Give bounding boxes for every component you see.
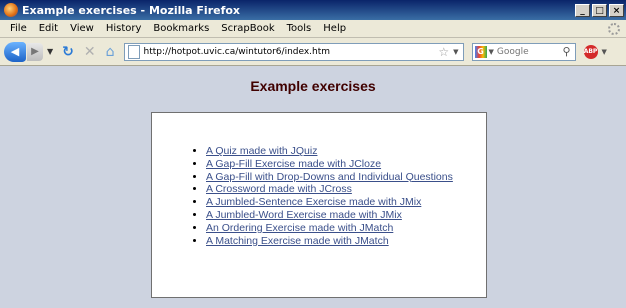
back-icon[interactable]: ◀ bbox=[4, 41, 26, 62]
exercise-link-jmix-sentence[interactable]: A Jumbled-Sentence Exercise made with JM… bbox=[206, 196, 421, 208]
reload-icon[interactable]: ↻ bbox=[62, 44, 74, 60]
menu-history[interactable]: History bbox=[100, 23, 148, 34]
window-title: Example exercises - Mozilla Firefox bbox=[22, 3, 241, 17]
list-item: A Jumbled-Sentence Exercise made with JM… bbox=[206, 196, 466, 209]
window-controls: _ □ × bbox=[575, 3, 624, 17]
exercise-list-box: A Quiz made with JQuiz A Gap-Fill Exerci… bbox=[151, 112, 487, 298]
title-bar: Example exercises - Mozilla Firefox _ □ … bbox=[0, 0, 626, 20]
menu-file[interactable]: File bbox=[4, 23, 33, 34]
list-item: A Quiz made with JQuiz bbox=[206, 145, 466, 158]
throbber-icon bbox=[608, 22, 620, 35]
menu-edit[interactable]: Edit bbox=[33, 23, 64, 34]
menu-bookmarks[interactable]: Bookmarks bbox=[147, 23, 215, 34]
search-input[interactable] bbox=[496, 46, 541, 57]
exercise-link-jmix-word[interactable]: A Jumbled-Word Exercise made with JMix bbox=[206, 209, 402, 221]
minimize-button[interactable]: _ bbox=[575, 3, 590, 17]
exercise-link-jquiz[interactable]: A Quiz made with JQuiz bbox=[206, 145, 317, 157]
url-text[interactable]: http://hotpot.uvic.ca/wintutor6/index.ht… bbox=[144, 47, 439, 57]
exercise-list: A Quiz made with JQuiz A Gap-Fill Exerci… bbox=[152, 113, 466, 247]
maximize-button[interactable]: □ bbox=[592, 3, 607, 17]
exercise-link-dropdowns[interactable]: A Gap-Fill with Drop-Downs and Individua… bbox=[206, 171, 453, 183]
page-icon bbox=[127, 44, 140, 59]
menu-view[interactable]: View bbox=[64, 23, 100, 34]
list-item: A Matching Exercise made with JMatch bbox=[206, 235, 466, 248]
url-dropdown-icon[interactable]: ▼ bbox=[453, 48, 458, 56]
page-title: Example exercises bbox=[250, 78, 376, 94]
history-dropdown-icon[interactable]: ▼ bbox=[47, 47, 53, 56]
list-item: A Gap-Fill Exercise made with JCloze bbox=[206, 158, 466, 171]
stop-icon[interactable]: ✕ bbox=[84, 44, 96, 60]
menu-tools[interactable]: Tools bbox=[281, 23, 318, 34]
search-icon[interactable]: ⚲ bbox=[562, 45, 570, 58]
exercise-link-jmatch-ordering[interactable]: An Ordering Exercise made with JMatch bbox=[206, 222, 393, 234]
adblock-dropdown-icon[interactable]: ▼ bbox=[602, 48, 607, 56]
page-content: Example exercises A Quiz made with JQuiz… bbox=[0, 66, 626, 308]
adblock-icon[interactable]: ABP bbox=[583, 44, 598, 59]
forward-icon[interactable]: ▶ bbox=[27, 42, 43, 61]
list-item: A Gap-Fill with Drop-Downs and Individua… bbox=[206, 171, 466, 184]
list-item: A Jumbled-Word Exercise made with JMix bbox=[206, 209, 466, 222]
engine-dropdown-icon[interactable]: ▼ bbox=[489, 48, 494, 56]
menu-scrapbook[interactable]: ScrapBook bbox=[215, 23, 280, 34]
search-bar[interactable]: G ▼ ⚲ bbox=[471, 42, 576, 61]
home-icon[interactable]: ⌂ bbox=[106, 44, 115, 60]
bookmark-star-icon[interactable]: ☆ bbox=[438, 45, 449, 59]
menu-bar: File Edit View History Bookmarks ScrapBo… bbox=[0, 20, 626, 38]
list-item: A Crossword made with JCross bbox=[206, 183, 466, 196]
close-button[interactable]: × bbox=[609, 3, 624, 17]
list-item: An Ordering Exercise made with JMatch bbox=[206, 222, 466, 235]
firefox-icon bbox=[4, 3, 18, 17]
exercise-link-jcloze[interactable]: A Gap-Fill Exercise made with JCloze bbox=[206, 158, 381, 170]
exercise-link-jcross[interactable]: A Crossword made with JCross bbox=[206, 183, 352, 195]
menu-help[interactable]: Help bbox=[317, 23, 352, 34]
google-icon[interactable]: G bbox=[474, 45, 487, 58]
navigation-toolbar: ◀ ▶ ▼ ↻ ✕ ⌂ http://hotpot.uvic.ca/wintut… bbox=[0, 38, 626, 66]
address-bar[interactable]: http://hotpot.uvic.ca/wintutor6/index.ht… bbox=[123, 42, 464, 61]
exercise-link-jmatch-matching[interactable]: A Matching Exercise made with JMatch bbox=[206, 235, 389, 247]
